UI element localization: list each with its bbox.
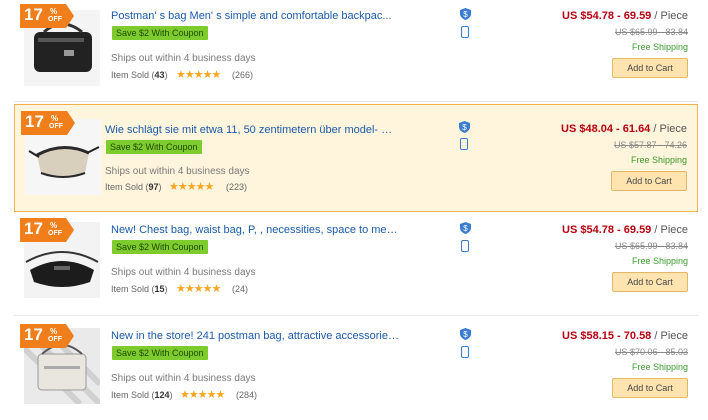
free-shipping: Free Shipping	[630, 155, 687, 165]
discount-number: 17	[24, 325, 43, 344]
item-sold-count: 124	[154, 390, 170, 400]
price-value: US $58.15 - 70.58	[562, 330, 652, 342]
product-row[interactable]: 17 % OFF Wie schlägt sie mit etwa 11, 50…	[14, 104, 698, 212]
row-divider	[14, 315, 698, 316]
add-to-cart-button[interactable]: Add to Cart	[612, 378, 688, 398]
product-row[interactable]: 17 % OFF New! Chest bag, waist bag, P, ,…	[14, 216, 698, 316]
discount-badge: 17 % OFF	[20, 218, 74, 242]
coupon-label: Save $2 With Coupon	[116, 28, 204, 38]
item-sold: Item Sold (124)	[111, 390, 173, 400]
shield-icon: $	[460, 8, 471, 20]
price-unit: / Piece	[651, 224, 688, 236]
mobile-icon	[461, 26, 469, 38]
free-shipping: Free Shipping	[631, 256, 688, 266]
free-shipping: Free Shipping	[631, 42, 688, 52]
product-title-link[interactable]: New in the store! 241 postman bag, attra…	[111, 330, 401, 342]
item-sold-label: Item Sold (	[111, 390, 155, 400]
item-sold-label: Item Sold (	[105, 182, 149, 192]
item-sold: Item Sold (97)	[105, 182, 162, 192]
add-to-cart-button[interactable]: Add to Cart	[611, 171, 687, 191]
rating-count: (266)	[232, 70, 254, 80]
coupon-tag[interactable]: Save $2 With Coupon	[112, 26, 208, 40]
svg-text:$: $	[463, 10, 468, 19]
item-sold: Item Sold (15)	[111, 284, 168, 294]
item-sold-label: Item Sold (	[111, 284, 155, 294]
mobile-icon	[461, 240, 469, 252]
coupon-label: Save $2 With Coupon	[110, 142, 198, 152]
item-sold-count: 43	[154, 70, 165, 80]
price-range: US $48.04 - 61.64 / Piece	[561, 123, 687, 135]
item-sold-close: )	[164, 70, 168, 80]
discount-off: OFF	[48, 336, 62, 343]
original-price: US $57.87 - 74.26	[613, 140, 687, 150]
product-title-link[interactable]: Wie schlägt sie mit etwa 11, 50 zentimet…	[105, 124, 395, 136]
product-row[interactable]: 17 % OFF New in the store! 241 postman b…	[14, 322, 698, 420]
item-sold-count: 15	[154, 284, 165, 294]
item-sold-count: 97	[148, 182, 159, 192]
rating-count: (24)	[232, 284, 249, 294]
ships-info: Ships out within 4 business days	[111, 373, 256, 384]
mobile-icon	[461, 346, 469, 358]
price-unit: / Piece	[651, 330, 688, 342]
price-range: US $54.78 - 69.59 / Piece	[562, 224, 688, 236]
price-unit: / Piece	[650, 123, 687, 135]
price-value: US $54.78 - 69.59	[562, 10, 652, 22]
ships-info: Ships out within 4 business days	[111, 267, 256, 278]
discount-number: 17	[24, 219, 43, 238]
original-price: US $70.06 - 85.03	[614, 347, 688, 357]
coupon-label: Save $2 With Coupon	[116, 242, 204, 252]
ships-info: Ships out within 4 business days	[111, 53, 256, 64]
svg-text:$: $	[462, 123, 467, 132]
price-range: US $58.15 - 70.58 / Piece	[562, 330, 688, 342]
original-price: US $65.99 - 83.84	[614, 27, 688, 37]
discount-percent: %	[50, 327, 58, 336]
product-list: 17 % OFF Postman' s bag Men' s simple an…	[0, 0, 708, 420]
discount-number: 17	[25, 112, 44, 131]
coupon-tag[interactable]: Save $2 With Coupon	[106, 140, 202, 154]
price-value: US $48.04 - 61.64	[561, 123, 651, 135]
rating-stars: ★★★★★	[169, 181, 214, 193]
item-sold-label: Item Sold (	[111, 70, 155, 80]
shield-icon: $	[460, 222, 471, 234]
rating-stars: ★★★★★	[176, 69, 221, 81]
shield-icon: $	[460, 328, 471, 340]
add-to-cart-button[interactable]: Add to Cart	[612, 58, 688, 78]
price-range: US $54.78 - 69.59 / Piece	[562, 10, 688, 22]
discount-badge: 17 % OFF	[20, 324, 74, 348]
discount-off: OFF	[48, 230, 62, 237]
discount-percent: %	[51, 114, 59, 123]
add-to-cart-button[interactable]: Add to Cart	[612, 272, 688, 292]
discount-badge: 17 % OFF	[20, 4, 74, 28]
rating-stars: ★★★★★	[176, 283, 221, 295]
coupon-tag[interactable]: Save $2 With Coupon	[112, 240, 208, 254]
product-title-link[interactable]: New! Chest bag, waist bag, P, , necessit…	[111, 224, 401, 236]
rating-stars: ★★★★★	[180, 389, 225, 401]
mobile-icon	[460, 138, 468, 150]
discount-percent: %	[50, 7, 58, 16]
discount-badge: 17 % OFF	[21, 111, 75, 135]
item-sold-close: )	[169, 390, 173, 400]
discount-off: OFF	[48, 16, 62, 23]
item-sold-close: )	[158, 182, 162, 192]
rating-count: (223)	[226, 182, 248, 192]
coupon-tag[interactable]: Save $2 With Coupon	[112, 346, 208, 360]
ships-info: Ships out within 4 business days	[105, 166, 250, 177]
original-price: US $65.99 - 83.84	[614, 241, 688, 251]
row-divider	[14, 101, 698, 102]
rating-count: (284)	[236, 390, 258, 400]
item-sold-close: )	[164, 284, 168, 294]
product-row[interactable]: 17 % OFF Postman' s bag Men' s simple an…	[14, 2, 698, 102]
svg-text:$: $	[463, 224, 468, 233]
coupon-label: Save $2 With Coupon	[116, 348, 204, 358]
free-shipping: Free Shipping	[631, 362, 688, 372]
shield-icon: $	[459, 121, 470, 133]
svg-text:$: $	[463, 330, 468, 339]
product-title-link[interactable]: Postman' s bag Men' s simple and comfort…	[111, 10, 401, 22]
price-value: US $54.78 - 69.59	[562, 224, 652, 236]
price-unit: / Piece	[651, 10, 688, 22]
item-sold: Item Sold (43)	[111, 70, 168, 80]
discount-percent: %	[50, 221, 58, 230]
discount-number: 17	[24, 5, 43, 24]
discount-off: OFF	[49, 123, 63, 130]
